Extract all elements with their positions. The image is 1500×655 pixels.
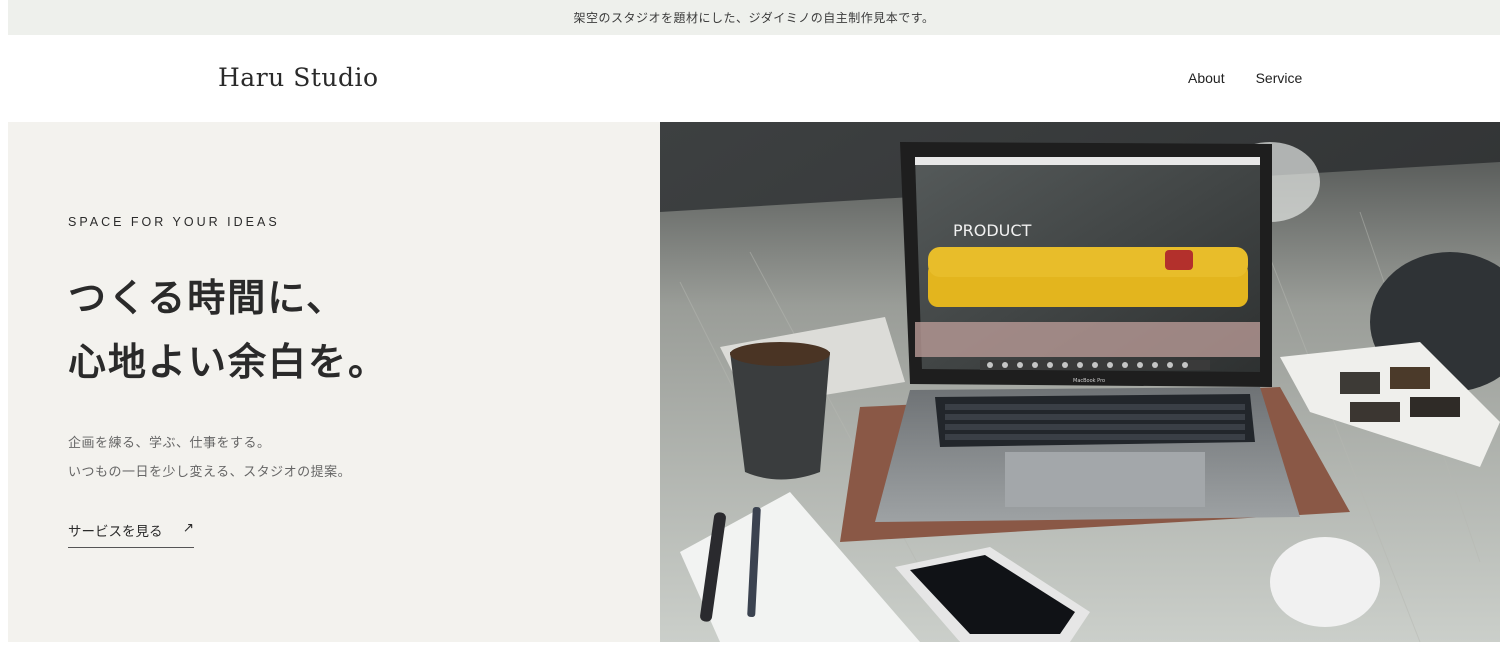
arrow-up-right-icon: ↗ xyxy=(182,520,194,536)
hero-description: 企画を練る、学ぶ、仕事をする。 いつもの一日を少し変える、スタジオの提案。 xyxy=(68,429,351,487)
hero-eyebrow: SPACE FOR YOUR IDEAS xyxy=(68,215,280,229)
hero-image: PRODUCT MacBook Pro xyxy=(660,122,1500,642)
view-services-link[interactable]: サービスを見る ↗ xyxy=(68,520,194,548)
screen-product-title: PRODUCT xyxy=(953,221,1032,240)
hero-text-panel: SPACE FOR YOUR IDEAS つくる時間に、 心地よい余白を。 企画… xyxy=(8,122,660,642)
hero-headline-line-2: 心地よい余白を。 xyxy=(68,340,389,384)
laptop-brand-label: MacBook Pro xyxy=(1073,378,1105,384)
site-header: Haru Studio About Service xyxy=(8,35,1500,122)
main-nav: About Service xyxy=(1188,70,1302,86)
nav-link-about[interactable]: About xyxy=(1188,70,1225,86)
view-services-label: サービスを見る xyxy=(68,524,163,540)
nav-link-service[interactable]: Service xyxy=(1256,70,1303,86)
hero-headline: つくる時間に、 心地よい余白を。 xyxy=(68,266,388,394)
mouse xyxy=(1270,537,1380,627)
site-logo[interactable]: Haru Studio xyxy=(218,63,379,92)
hero-headline-line-1: つくる時間に、 xyxy=(68,276,347,320)
desk-laptop-photo: PRODUCT MacBook Pro xyxy=(660,122,1500,642)
coffee-cup xyxy=(730,352,830,480)
hero-description-line-2: いつもの一日を少し変える、スタジオの提案。 xyxy=(68,465,352,480)
hero-description-line-1: 企画を練る、学ぶ、仕事をする。 xyxy=(68,436,271,451)
announcement-text: 架空のスタジオを題材にした、ジダイミノの自主制作見本です。 xyxy=(573,11,935,25)
announcement-bar: 架空のスタジオを題材にした、ジダイミノの自主制作見本です。 xyxy=(8,0,1500,35)
